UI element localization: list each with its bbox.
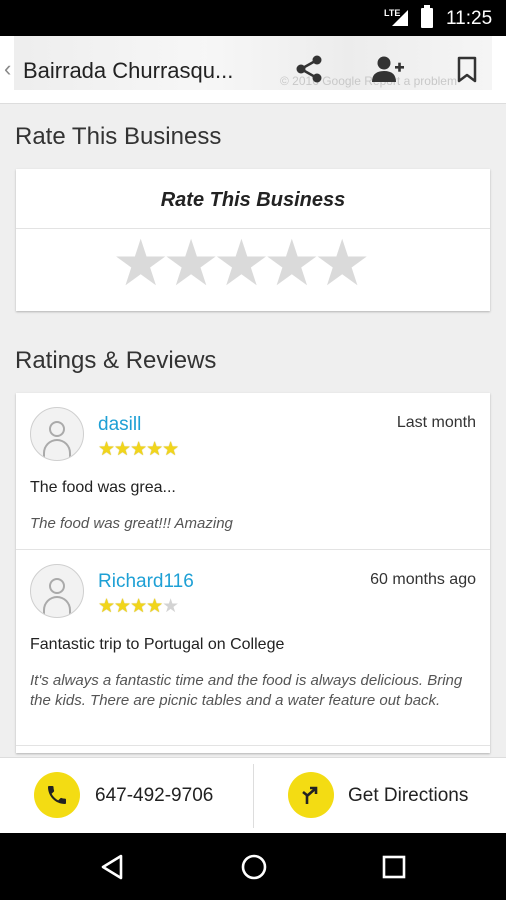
review-stars: ★★★★★	[98, 596, 179, 617]
page-title: Bairrada Churrasqu...	[23, 58, 234, 83]
review-summary: The food was grea...	[30, 479, 176, 496]
clock: 11:25	[446, 8, 493, 29]
directions-button[interactable]: Get Directions	[254, 758, 506, 834]
system-nav-bar	[0, 833, 506, 900]
reviewer-name[interactable]: dasill	[98, 414, 141, 436]
rating-stars-input[interactable]: ★★★★★	[112, 231, 394, 295]
battery-icon	[421, 5, 433, 28]
share-icon[interactable]	[294, 54, 324, 84]
call-button[interactable]: 647-492-9706	[0, 758, 253, 834]
review-summary: Fantastic trip to Portugal on College	[30, 636, 285, 653]
review-stars: ★★★★★	[98, 439, 179, 460]
directions-label: Get Directions	[348, 785, 469, 806]
reviews-section-heading: Ratings & Reviews	[15, 347, 217, 374]
app-bar: © 2016 Google Report a problem ‹ Bairrad…	[0, 36, 506, 104]
phone-icon	[34, 772, 80, 818]
home-circle-icon[interactable]	[239, 852, 269, 882]
back-chevron-icon[interactable]: ‹	[4, 56, 11, 82]
avatar	[30, 407, 84, 461]
action-bar: 647-492-9706 Get Directions	[0, 757, 506, 833]
back-triangle-icon[interactable]	[99, 853, 125, 881]
bookmark-icon[interactable]	[456, 56, 478, 84]
status-bar: LTE 11:25	[0, 0, 506, 36]
signal-icon	[392, 10, 408, 26]
rate-card: Rate This Business ★★★★★	[16, 169, 490, 311]
avatar	[30, 564, 84, 618]
phone-number: 647-492-9706	[95, 785, 214, 806]
rate-card-title: Rate This Business	[160, 189, 346, 211]
reviewer-name[interactable]: Richard116	[98, 571, 194, 593]
rate-section-heading: Rate This Business	[15, 123, 222, 150]
recents-square-icon[interactable]	[381, 854, 407, 880]
directions-icon	[288, 772, 334, 818]
review-body: It's always a fantastic time and the foo…	[30, 672, 463, 709]
review-item[interactable]: Richard116 60 months ago ★★★★★ Fantastic…	[16, 550, 490, 745]
review-body: The food was great!!! Amazing	[30, 515, 233, 532]
divider	[16, 745, 490, 746]
review-time: Last month	[396, 414, 476, 431]
review-time: 60 months ago	[370, 571, 476, 588]
review-item[interactable]: dasill Last month ★★★★★ The food was gre…	[16, 393, 490, 549]
add-contact-icon[interactable]	[371, 54, 405, 84]
reviews-card: dasill Last month ★★★★★ The food was gre…	[16, 393, 490, 753]
